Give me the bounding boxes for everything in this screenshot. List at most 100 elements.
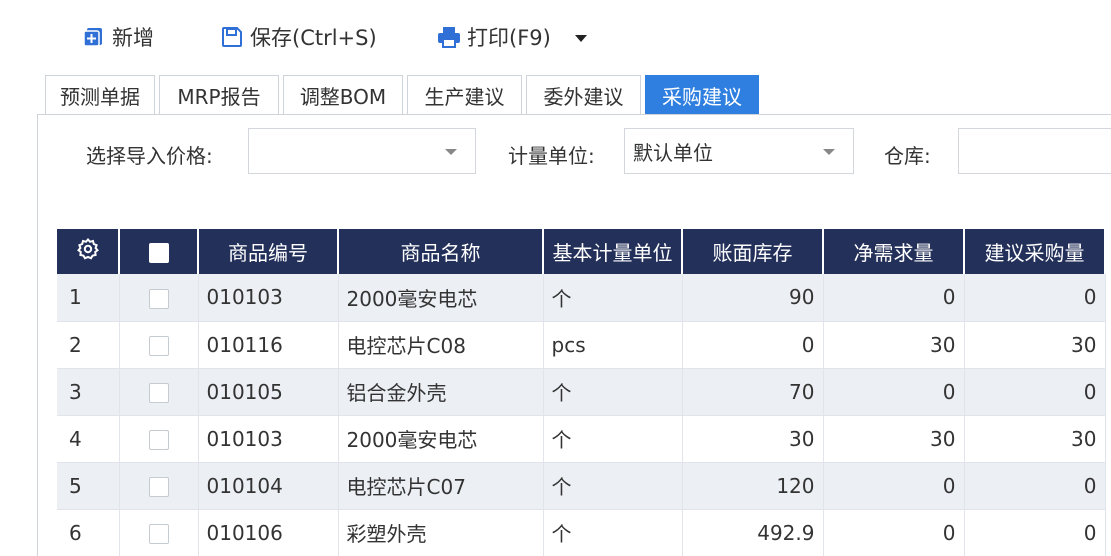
suggested-qty-cell: 0 xyxy=(964,509,1106,556)
table-row[interactable]: 1 010103 2000毫安电芯 个 90 0 0 xyxy=(57,274,1106,322)
gear-icon xyxy=(76,237,100,266)
checkbox xyxy=(148,524,169,544)
checkbox xyxy=(148,383,169,403)
stock-cell: 492.9 xyxy=(682,509,824,556)
toolbar: 新增 保存(Ctrl+S) 打印(F9) xyxy=(0,0,1111,72)
checkbox xyxy=(148,477,169,497)
tab-adjust-bom[interactable]: 调整BOM xyxy=(283,75,403,115)
printer-icon xyxy=(437,25,461,49)
column-header[interactable]: 商品编号 xyxy=(198,229,339,274)
unit-cell: 个 xyxy=(543,274,683,322)
row-index: 6 xyxy=(57,509,120,556)
chevron-down-icon xyxy=(445,149,457,155)
suggested-qty-cell: 30 xyxy=(964,321,1106,369)
row-checkbox[interactable] xyxy=(119,415,199,463)
row-index: 5 xyxy=(57,462,120,510)
net-demand-cell: 0 xyxy=(823,368,965,416)
print-button-label: 打印(F9) xyxy=(467,26,551,50)
column-header[interactable]: 基本计量单位 xyxy=(543,229,683,274)
stock-cell: 90 xyxy=(682,274,824,322)
unit-cell: 个 xyxy=(543,368,683,416)
add-button[interactable]: 新增 xyxy=(82,20,154,54)
product-name-cell: 彩塑外壳 xyxy=(338,509,544,556)
checkbox xyxy=(148,288,169,309)
print-options-dropdown[interactable] xyxy=(570,26,592,48)
chevron-down-icon xyxy=(823,149,835,155)
tab-label: 生产建议 xyxy=(424,85,505,109)
unit-filter-label: 计量单位: xyxy=(508,144,595,168)
product-code-cell: 010103 xyxy=(198,415,339,463)
row-checkbox[interactable] xyxy=(119,462,199,510)
stock-cell: 120 xyxy=(682,462,824,510)
row-index: 4 xyxy=(57,415,120,463)
purchase-suggestion-table: 商品编号 商品名称 基本计量单位 账面库存 净需求量 建议采购量 1 01010… xyxy=(57,229,1106,556)
save-button[interactable]: 保存(Ctrl+S) xyxy=(220,20,377,54)
tab-label: 调整BOM xyxy=(299,85,387,109)
tab-bar: 预测单据 MRP报告 调整BOM 生产建议 委外建议 采购建议 xyxy=(45,75,763,115)
row-checkbox[interactable] xyxy=(119,274,199,322)
tab-outsourcing-suggestion[interactable]: 委外建议 xyxy=(526,75,641,115)
unit-cell: 个 xyxy=(543,509,683,556)
table-row[interactable]: 6 010106 彩塑外壳 个 492.9 0 0 xyxy=(57,509,1106,556)
product-name-cell: 电控芯片C08 xyxy=(338,321,544,369)
tab-label: MRP报告 xyxy=(177,85,261,109)
stock-cell: 30 xyxy=(682,415,824,463)
tab-mrp-report[interactable]: MRP报告 xyxy=(159,75,279,115)
tab-forecast-docs[interactable]: 预测单据 xyxy=(45,75,155,115)
column-header[interactable]: 商品名称 xyxy=(338,229,544,274)
suggested-qty-cell: 30 xyxy=(964,415,1106,463)
unit-select-value: 默认单位 xyxy=(633,140,713,165)
tab-label: 预测单据 xyxy=(60,85,140,109)
warehouse-select[interactable] xyxy=(958,128,1111,174)
save-button-label: 保存(Ctrl+S) xyxy=(250,26,377,50)
column-settings-button[interactable] xyxy=(57,229,120,274)
product-code-cell: 010105 xyxy=(198,368,339,416)
stock-cell: 0 xyxy=(682,321,824,369)
floppy-disk-icon xyxy=(220,25,244,49)
net-demand-cell: 0 xyxy=(823,509,965,556)
row-checkbox[interactable] xyxy=(119,321,199,369)
caret-down-icon xyxy=(574,25,588,49)
column-header[interactable]: 净需求量 xyxy=(823,229,965,274)
tab-label: 委外建议 xyxy=(543,85,624,109)
checkbox xyxy=(148,336,169,356)
price-filter-label: 选择导入价格: xyxy=(86,144,213,168)
add-document-icon xyxy=(82,25,106,49)
net-demand-cell: 30 xyxy=(823,415,965,463)
column-header[interactable]: 建议采购量 xyxy=(964,229,1106,274)
table-row[interactable]: 5 010104 电控芯片C07 个 120 0 0 xyxy=(57,462,1106,510)
table-row[interactable]: 2 010116 电控芯片C08 pcs 0 30 30 xyxy=(57,321,1106,369)
row-index: 3 xyxy=(57,368,120,416)
product-name-cell: 2000毫安电芯 xyxy=(338,415,544,463)
row-index: 2 xyxy=(57,321,120,369)
unit-cell: 个 xyxy=(543,462,683,510)
suggested-qty-cell: 0 xyxy=(964,274,1106,322)
tab-label: 采购建议 xyxy=(662,85,742,109)
table-row[interactable]: 4 010103 2000毫安电芯 个 30 30 30 xyxy=(57,415,1106,463)
price-select[interactable] xyxy=(248,128,476,174)
product-code-cell: 010104 xyxy=(198,462,339,510)
suggested-qty-cell: 0 xyxy=(964,462,1106,510)
unit-cell: pcs xyxy=(543,321,683,369)
stock-cell: 70 xyxy=(682,368,824,416)
product-code-cell: 010106 xyxy=(198,509,339,556)
checkbox xyxy=(148,430,169,450)
unit-select[interactable]: 默认单位 xyxy=(624,128,854,174)
table-row[interactable]: 3 010105 铝合金外壳 个 70 0 0 xyxy=(57,368,1106,416)
table-header-row: 商品编号 商品名称 基本计量单位 账面库存 净需求量 建议采购量 xyxy=(57,229,1106,274)
tab-production-suggestion[interactable]: 生产建议 xyxy=(407,75,522,115)
row-checkbox[interactable] xyxy=(119,368,199,416)
tab-purchase-suggestion[interactable]: 采购建议 xyxy=(645,75,759,115)
product-name-cell: 2000毫安电芯 xyxy=(338,274,544,322)
column-header[interactable]: 账面库存 xyxy=(682,229,824,274)
product-name-cell: 电控芯片C07 xyxy=(338,462,544,510)
checkbox xyxy=(148,243,169,263)
row-checkbox[interactable] xyxy=(119,509,199,556)
print-button[interactable]: 打印(F9) xyxy=(437,20,551,54)
product-code-cell: 010116 xyxy=(198,321,339,369)
net-demand-cell: 30 xyxy=(823,321,965,369)
unit-cell: 个 xyxy=(543,415,683,463)
warehouse-filter-label: 仓库: xyxy=(884,144,931,168)
select-all-checkbox[interactable] xyxy=(119,229,199,274)
product-code-cell: 010103 xyxy=(198,274,339,322)
